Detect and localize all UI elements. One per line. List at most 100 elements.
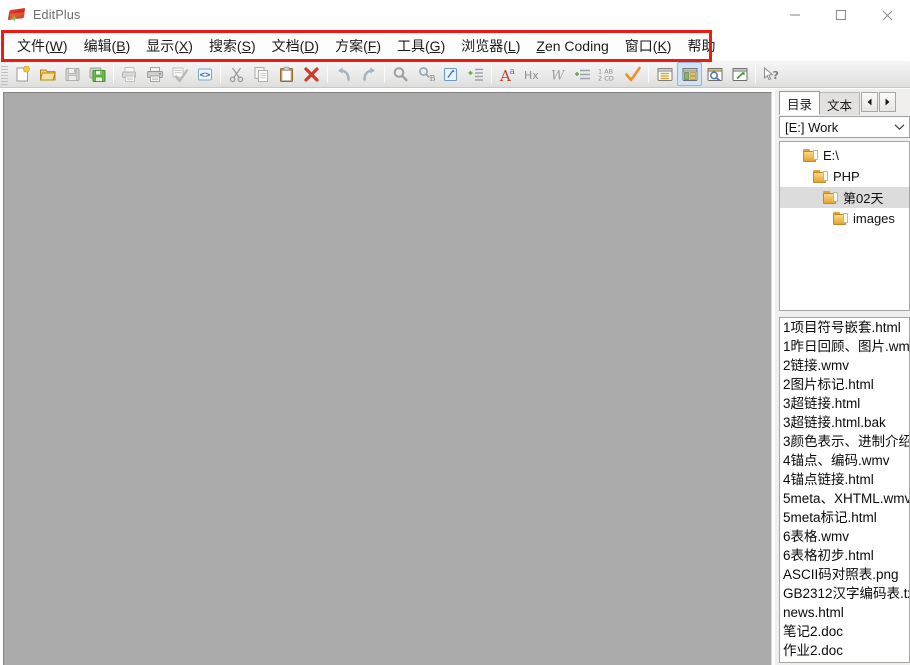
preview-window-icon[interactable] [702,62,727,86]
document-selector-icon[interactable] [652,62,677,86]
list-item[interactable]: ASCII码对照表.png [780,565,909,584]
list-item[interactable]: 3超链接.html.bak [780,413,909,432]
menu-label-document: 文档(D) [271,38,320,54]
menu-item-browser[interactable]: 浏览器(L) [453,34,528,58]
tree-item-images[interactable]: images [780,208,909,229]
print-icon[interactable] [142,62,167,86]
tab-directory-label: 目录 [787,97,813,112]
copy-icon[interactable] [249,62,274,86]
list-item[interactable]: 2图片标记.html [780,375,909,394]
output-window-icon[interactable] [727,62,752,86]
menu-item-document[interactable]: 文档(D) [264,34,327,58]
minimize-button[interactable] [772,0,818,30]
toolbar-separator [648,65,649,83]
cut-icon[interactable] [224,62,249,86]
print-preview-icon[interactable] [117,62,142,86]
menu-item-help[interactable]: 帮助 [679,34,723,58]
tree-item-images-label: images [853,211,895,226]
close-button[interactable] [864,0,910,30]
toolbar-separator [220,65,221,83]
tree-item-root[interactable]: E:\ [780,145,909,166]
toolbar: <> B A a Hx W 1 AB 2 CD ? [0,61,910,88]
indent-icon[interactable] [463,62,488,86]
list-item[interactable]: 1项目符号嵌套.html [780,318,909,337]
maximize-button[interactable] [818,0,864,30]
list-item[interactable]: 笔记2.doc [780,622,909,641]
font-icon[interactable]: A a [495,62,520,86]
line-numbers-icon[interactable] [570,62,595,86]
list-item[interactable]: 6表格.wmv [780,527,909,546]
tab-scroll-left-button[interactable] [861,92,879,112]
context-help-icon[interactable]: ? [759,62,784,86]
menu-item-window[interactable]: 窗口(K) [617,34,680,58]
panel-tabstrip: 目录 文本 [779,91,910,115]
menu-item-project[interactable]: 方案(F) [327,34,389,58]
toolbar-separator [327,65,328,83]
menu-label-window: 窗口(K) [624,38,672,54]
list-item[interactable]: 5meta标记.html [780,508,909,527]
undo-icon[interactable] [331,62,356,86]
menu-bar: 文件(W) 编辑(B) 显示(X) 搜索(S) 文档(D) 方案(F) 工具(G… [0,31,910,61]
list-item[interactable]: news.html [780,603,909,622]
svg-text:B: B [429,74,435,83]
directory-window-icon[interactable] [677,62,702,86]
word-wrap-icon[interactable]: W [545,62,570,86]
list-item[interactable]: 4锚点链接.html [780,470,909,489]
list-item[interactable]: 3超链接.html [780,394,909,413]
save-all-icon[interactable] [85,62,110,86]
replace-icon[interactable]: B [413,62,438,86]
list-item[interactable]: 1昨日回顾、图片.wmv [780,337,909,356]
tab-directory[interactable]: 目录 [779,91,821,115]
folder-icon [803,149,818,162]
html-tag-icon[interactable]: <> [192,62,217,86]
toolbar-grip[interactable] [1,63,8,85]
delete-icon[interactable] [299,62,324,86]
tree-item-day02-label: 第02天 [843,191,884,206]
editor-client-area[interactable] [0,89,775,665]
tab-scroll-right-button[interactable] [879,92,897,112]
menu-label-search: 搜索(S) [208,38,256,54]
window-title: EditPlus [33,8,81,22]
open-file-icon[interactable] [35,62,60,86]
tree-item-php[interactable]: PHP [780,166,909,187]
menu-label-help: 帮助 [687,38,716,54]
tab-text[interactable]: 文本 [819,92,861,115]
window-controls [772,0,910,30]
check-icon[interactable] [620,62,645,86]
chevron-down-icon[interactable] [889,117,909,137]
editplus-book-icon: ✦ [7,6,26,25]
paste-icon[interactable] [274,62,299,86]
file-list[interactable]: 1项目符号嵌套.html 1昨日回顾、图片.wmv 2链接.wmv 2图片标记.… [779,317,910,663]
list-item[interactable]: 4锚点、编码.wmv [780,451,909,470]
spell-check-icon[interactable] [167,62,192,86]
menu-item-zen-coding[interactable]: Zen Coding [528,36,616,56]
new-file-icon[interactable] [10,62,35,86]
list-item[interactable]: 2链接.wmv [780,356,909,375]
save-file-icon[interactable] [60,62,85,86]
folder-tree[interactable]: E:\ PHP 第02天 images [779,141,910,311]
redo-icon[interactable] [356,62,381,86]
list-item[interactable]: GB2312汉字编码表.txt [780,584,909,603]
hex-view-icon[interactable]: Hx [520,62,545,86]
drive-select[interactable]: [E:] Work [779,116,910,138]
toolbar-separator [384,65,385,83]
menu-item-file[interactable]: 文件(W) [9,34,76,58]
menu-item-edit[interactable]: 编辑(B) [76,34,139,58]
goto-icon[interactable] [438,62,463,86]
list-item[interactable]: 5meta、XHTML.wmv [780,489,909,508]
menu-label-file: 文件(W) [17,38,68,54]
sort-icon[interactable]: 1 AB 2 CD [595,62,620,86]
menu-item-tools[interactable]: 工具(G) [389,34,453,58]
svg-text:W: W [551,68,566,83]
editor-empty-workspace[interactable] [3,92,772,665]
list-item[interactable]: 6表格初步.html [780,546,909,565]
folder-icon [833,212,848,225]
menu-item-search[interactable]: 搜索(S) [201,34,264,58]
find-icon[interactable] [388,62,413,86]
svg-text:?: ? [772,69,778,82]
list-item[interactable]: 作业2.doc [780,641,909,660]
list-item[interactable]: 3颜色表示、进制介绍.wmv [780,432,909,451]
menu-item-view[interactable]: 显示(X) [138,34,201,58]
folder-icon [813,170,828,183]
tree-item-day02[interactable]: 第02天 [780,187,909,208]
